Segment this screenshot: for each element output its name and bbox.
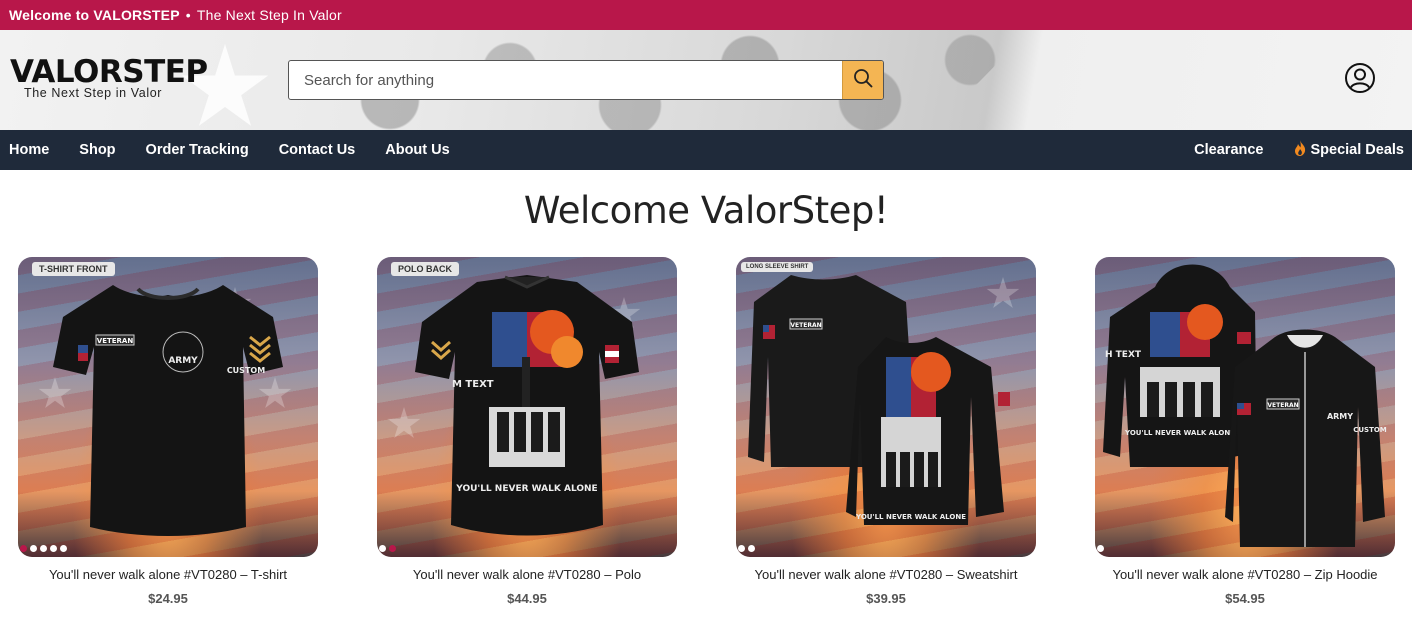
svg-text:YOU'LL NEVER WALK ALONE: YOU'LL NEVER WALK ALONE: [1124, 429, 1235, 437]
search-icon: [853, 68, 873, 93]
svg-text:H TEXT: H TEXT: [1105, 350, 1142, 360]
nav-shop[interactable]: Shop: [79, 142, 115, 158]
special-deals-label: Special Deals: [1310, 142, 1405, 158]
polo-image: YOU'LL NEVER WALK ALONE M TEXT: [415, 275, 639, 536]
product-view-tag: T-SHIRT FRONT: [32, 262, 115, 276]
product-card[interactable]: YOU'LL NEVER WALK ALONE M TEXT POLO BACK…: [377, 257, 677, 606]
zip-hoodie-image: YOU'LL NEVER WALK ALONE H TEXT VETERAN A…: [1103, 264, 1387, 547]
tshirt-image: VETERAN ARMY CUSTOM: [53, 285, 283, 536]
page-title: Welcome ValorStep!: [523, 189, 889, 232]
announcement-separator: •: [185, 7, 191, 23]
user-icon: [1344, 62, 1376, 99]
image-carousel-dots[interactable]: [377, 545, 396, 552]
product-image[interactable]: VETERAN ARMY CUSTOM T-SHIRT FRONT: [18, 257, 318, 557]
svg-text:VETERAN: VETERAN: [97, 337, 134, 345]
svg-text:CUSTOM: CUSTOM: [1353, 426, 1387, 434]
product-price: $24.95: [148, 591, 188, 606]
image-carousel-dots[interactable]: [736, 545, 755, 552]
announcement-bar: Welcome to VALORSTEP • The Next Step In …: [0, 0, 1412, 30]
product-price: $39.95: [866, 591, 906, 606]
product-title[interactable]: You'll never walk alone #VT0280 – Polo: [377, 567, 677, 582]
product-card[interactable]: VETERAN YOU'LL NEVER WALK ALONE LONG SLE…: [736, 257, 1036, 606]
nav-contact-us[interactable]: Contact Us: [279, 142, 356, 158]
flame-icon: [1294, 140, 1306, 160]
svg-text:ARMY: ARMY: [168, 356, 198, 366]
nav-order-tracking[interactable]: Order Tracking: [146, 142, 249, 158]
svg-text:VETERAN: VETERAN: [790, 322, 821, 329]
search-input[interactable]: [289, 61, 842, 99]
svg-text:YOU'LL NEVER WALK ALONE: YOU'LL NEVER WALK ALONE: [855, 513, 966, 521]
sweatshirt-image: VETERAN YOU'LL NEVER WALK ALONE: [748, 275, 1010, 525]
product-view-tag: LONG SLEEVE SHIRT: [741, 262, 814, 272]
announcement-brand: Welcome to VALORSTEP: [9, 7, 180, 23]
main-nav: Home Shop Order Tracking Contact Us Abou…: [0, 130, 1412, 170]
image-carousel-dots[interactable]: [1095, 545, 1104, 552]
svg-text:ARMY: ARMY: [1327, 412, 1353, 421]
product-image[interactable]: YOU'LL NEVER WALK ALONE H TEXT VETERAN A…: [1095, 257, 1395, 557]
announcement-tagline: The Next Step In Valor: [196, 7, 342, 23]
svg-text:M TEXT: M TEXT: [452, 379, 494, 390]
search-bar: [288, 60, 884, 100]
product-title[interactable]: You'll never walk alone #VT0280 – Zip Ho…: [1095, 567, 1395, 582]
nav-about-us[interactable]: About Us: [385, 142, 449, 158]
product-price: $54.95: [1225, 591, 1265, 606]
svg-text:YOU'LL NEVER WALK ALONE: YOU'LL NEVER WALK ALONE: [455, 484, 597, 494]
account-button[interactable]: [1343, 62, 1377, 99]
image-carousel-dots[interactable]: [18, 545, 67, 552]
search-button[interactable]: [842, 61, 883, 99]
product-card[interactable]: VETERAN ARMY CUSTOM T-SHIRT FRONT You'll…: [18, 257, 318, 606]
logo-title: VALORSTEP: [10, 54, 208, 90]
svg-text:VETERAN: VETERAN: [1267, 402, 1298, 409]
nav-home[interactable]: Home: [9, 142, 49, 158]
product-image[interactable]: YOU'LL NEVER WALK ALONE M TEXT POLO BACK: [377, 257, 677, 557]
product-title[interactable]: You'll never walk alone #VT0280 – T-shir…: [18, 567, 318, 582]
site-logo[interactable]: VALORSTEP The Next Step in Valor: [10, 56, 208, 100]
svg-text:CUSTOM: CUSTOM: [227, 366, 265, 375]
nav-special-deals[interactable]: Special Deals: [1294, 140, 1405, 160]
product-view-tag: POLO BACK: [391, 262, 459, 276]
nav-clearance[interactable]: Clearance: [1194, 142, 1263, 158]
product-card[interactable]: YOU'LL NEVER WALK ALONE H TEXT VETERAN A…: [1095, 257, 1395, 606]
product-price: $44.95: [507, 591, 547, 606]
product-image[interactable]: VETERAN YOU'LL NEVER WALK ALONE LONG SLE…: [736, 257, 1036, 557]
product-grid: VETERAN ARMY CUSTOM T-SHIRT FRONT You'll…: [0, 257, 1412, 617]
site-header: VALORSTEP The Next Step in Valor: [0, 30, 1412, 130]
product-title[interactable]: You'll never walk alone #VT0280 – Sweats…: [736, 567, 1036, 582]
